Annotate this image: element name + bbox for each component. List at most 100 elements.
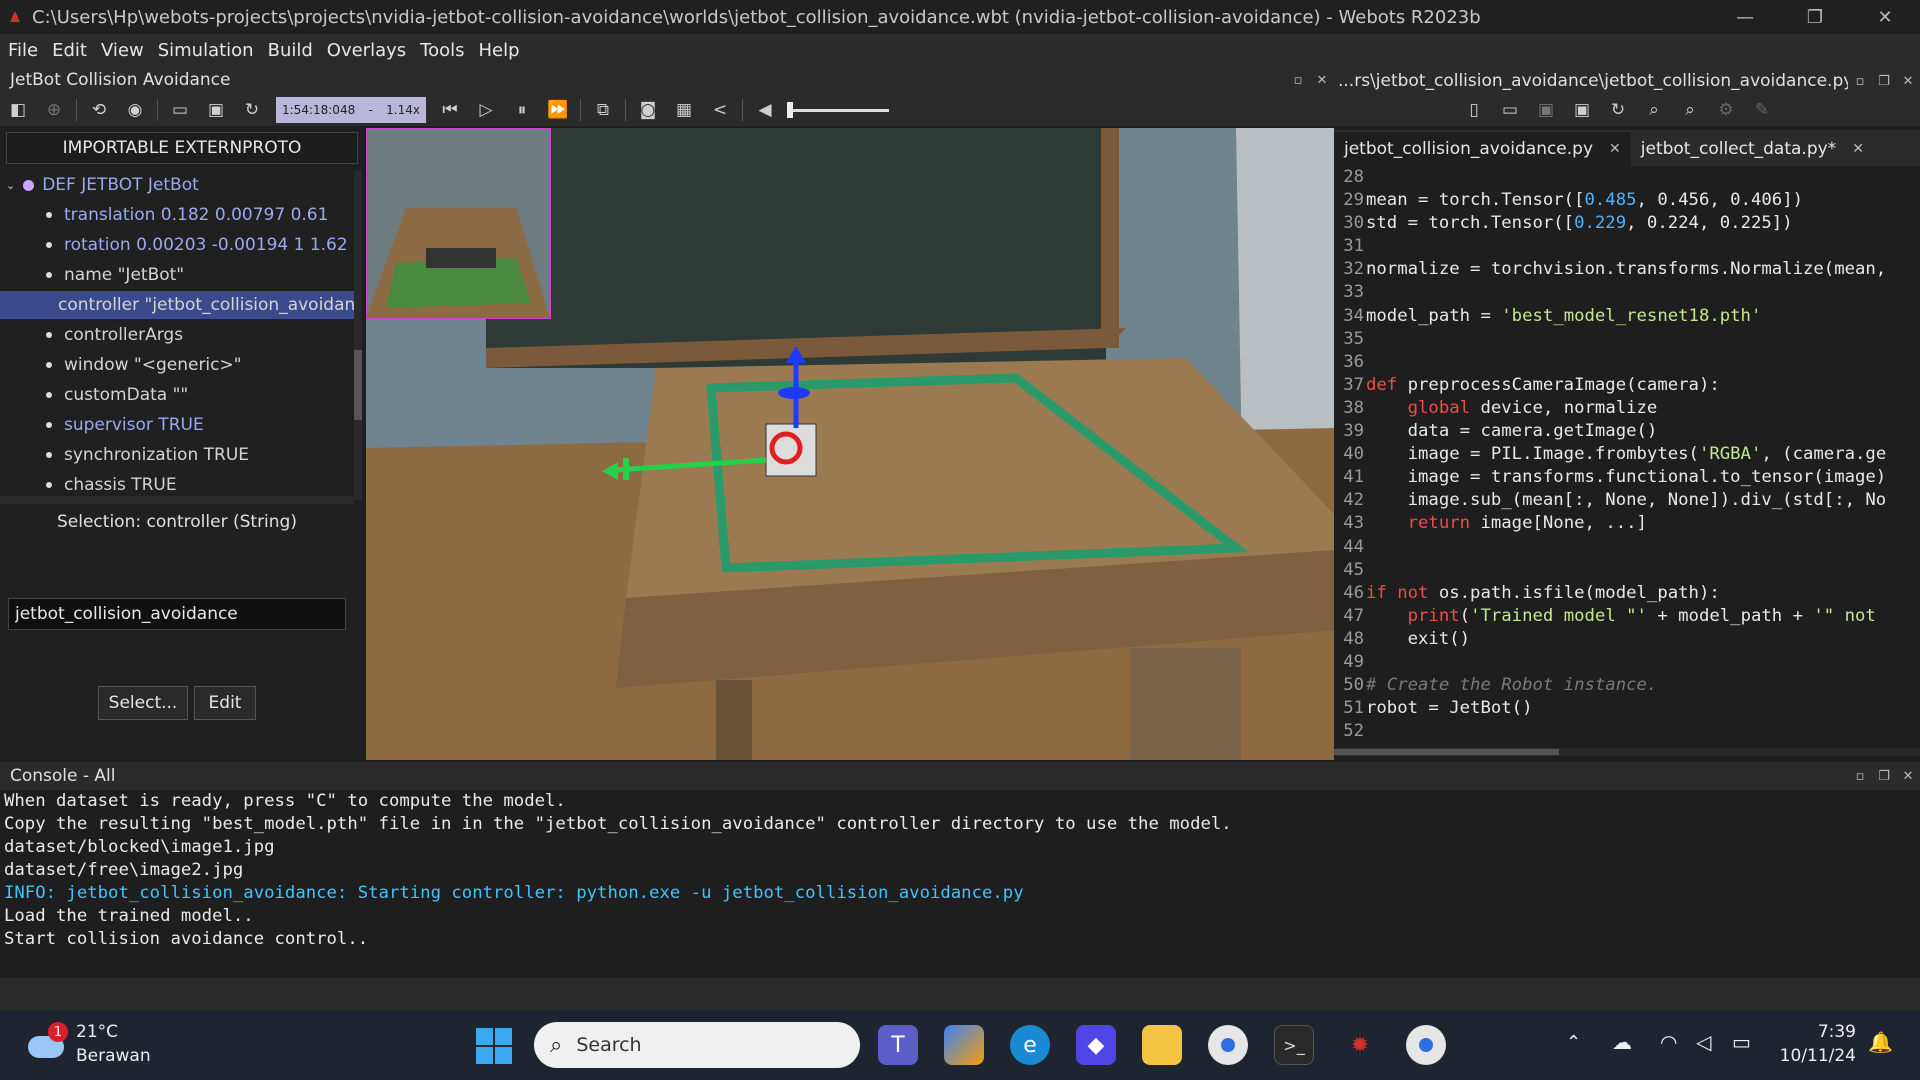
code-line[interactable]: 40 image = PIL.Image.frombytes('RGBA', (… bbox=[1334, 443, 1920, 466]
code-line[interactable]: 41 image = transforms.functional.to_tens… bbox=[1334, 466, 1920, 489]
speaker-icon[interactable]: ◁ bbox=[1696, 1030, 1711, 1054]
code-line[interactable]: 34 model_path = 'best_model_resnet18.pth' bbox=[1334, 305, 1920, 328]
build-icon[interactable]: ⚙ bbox=[1708, 96, 1744, 124]
volume-slider[interactable] bbox=[787, 101, 889, 118]
close-tab-icon[interactable]: ✕ bbox=[1852, 141, 1864, 157]
code-line[interactable]: 32 normalize = torchvision.transforms.Nor… bbox=[1334, 258, 1920, 281]
save-world-icon[interactable]: ▣ bbox=[198, 96, 234, 124]
close-panel-icon[interactable]: ✕ bbox=[1310, 73, 1334, 88]
code-line[interactable]: 52 bbox=[1334, 720, 1920, 743]
edge-icon[interactable]: e bbox=[1010, 1025, 1050, 1065]
code-line[interactable]: 42 image.sub_(mean[:, None, None]).div_(… bbox=[1334, 489, 1920, 512]
chrome-profile-icon[interactable] bbox=[1406, 1025, 1446, 1065]
3d-viewport[interactable] bbox=[366, 128, 1334, 760]
toggle-scene-tree-icon[interactable]: ◧ bbox=[0, 96, 36, 124]
share-icon[interactable]: < bbox=[702, 96, 738, 124]
code-line[interactable]: 51 robot = JetBot() bbox=[1334, 697, 1920, 720]
tree-field[interactable]: supervisor TRUE bbox=[0, 411, 354, 439]
tree-node-jetbot[interactable]: ⌄ DEF JETBOT JetBot bbox=[0, 171, 354, 199]
volume-icon[interactable]: ◀ bbox=[747, 96, 783, 124]
code-editor[interactable]: 28 29 mean = torch.Tensor([0.485, 0.456, 0… bbox=[1334, 166, 1920, 754]
weather-icon[interactable]: 1 bbox=[28, 1022, 68, 1062]
open-world-icon[interactable]: ▭ bbox=[162, 96, 198, 124]
code-line[interactable]: 45 bbox=[1334, 559, 1920, 582]
wifi-icon[interactable]: ◠ bbox=[1660, 1030, 1677, 1054]
reload-world-icon[interactable]: ↻ bbox=[234, 96, 270, 124]
webots-icon[interactable]: ✹ bbox=[1340, 1025, 1380, 1065]
menu-view[interactable]: View bbox=[101, 40, 144, 61]
new-file-icon[interactable]: ▯ bbox=[1456, 96, 1492, 124]
tree-field[interactable]: controller "jetbot_collision_avoidance" bbox=[0, 291, 354, 319]
tree-field[interactable]: controllerArgs bbox=[0, 321, 354, 349]
menu-help[interactable]: Help bbox=[478, 40, 519, 61]
menu-file[interactable]: File bbox=[8, 40, 38, 61]
code-line[interactable]: 36 bbox=[1334, 351, 1920, 374]
select-button[interactable]: Select... bbox=[98, 686, 188, 720]
code-line[interactable]: 49 bbox=[1334, 651, 1920, 674]
maximize-editor-icon[interactable]: ❐ bbox=[1872, 74, 1896, 89]
code-line[interactable]: 50 # Create the Robot instance. bbox=[1334, 674, 1920, 697]
code-line[interactable]: 30 std = torch.Tensor([0.229, 0.224, 0.22… bbox=[1334, 212, 1920, 235]
save-file-icon[interactable]: ▣ bbox=[1528, 96, 1564, 124]
controller-field-input[interactable] bbox=[8, 598, 346, 630]
code-line[interactable]: 43 return image[None, ...] bbox=[1334, 512, 1920, 535]
float-panel-icon[interactable]: ▫ bbox=[1286, 73, 1310, 88]
tree-horizontal-scrollbar[interactable] bbox=[0, 496, 354, 504]
code-line[interactable]: 46 if not os.path.isfile(model_path): bbox=[1334, 582, 1920, 605]
tree-scrollbar[interactable] bbox=[354, 170, 362, 500]
code-line[interactable]: 47 print('Trained model "' + model_path … bbox=[1334, 605, 1920, 628]
open-file-icon[interactable]: ▭ bbox=[1492, 96, 1528, 124]
tree-field[interactable]: synchronization TRUE bbox=[0, 441, 354, 469]
render-toggle-icon[interactable]: ⧉ bbox=[585, 96, 621, 124]
chrome-icon[interactable] bbox=[1208, 1025, 1248, 1065]
float-console-icon[interactable]: ▫ bbox=[1848, 769, 1872, 784]
reset-simulation-icon[interactable]: ⏮ bbox=[432, 96, 468, 124]
minimize-button[interactable]: — bbox=[1710, 7, 1780, 28]
file-explorer-icon[interactable] bbox=[1142, 1025, 1182, 1065]
tree-field[interactable]: rotation 0.00203 -0.00194 1 1.62 bbox=[0, 231, 354, 259]
edit-button[interactable]: Edit bbox=[194, 686, 256, 720]
close-button[interactable]: ✕ bbox=[1850, 7, 1920, 28]
code-horizontal-scrollbar[interactable] bbox=[1334, 748, 1920, 756]
windows-start-icon[interactable] bbox=[476, 1028, 512, 1064]
float-editor-icon[interactable]: ▫ bbox=[1848, 74, 1872, 89]
code-line[interactable]: 37 def preprocessCameraImage(camera): bbox=[1334, 374, 1920, 397]
code-line[interactable]: 39 data = camera.getImage() bbox=[1334, 420, 1920, 443]
screenshot-icon[interactable]: ◙ bbox=[630, 96, 666, 124]
tab-jetbot-collision-avoidance[interactable]: jetbot_collision_avoidance.py ✕ bbox=[1334, 132, 1631, 166]
code-line[interactable]: 28 bbox=[1334, 166, 1920, 189]
menu-simulation[interactable]: Simulation bbox=[158, 40, 254, 61]
terminal-icon[interactable]: >_ bbox=[1274, 1025, 1314, 1065]
tree-field[interactable]: translation 0.182 0.00797 0.61 bbox=[0, 201, 354, 229]
close-console-icon[interactable]: ✕ bbox=[1896, 769, 1920, 784]
show-hidden-icons[interactable]: ⌃ bbox=[1566, 1032, 1581, 1053]
console-output[interactable]: When dataset is ready, press "C" to comp… bbox=[0, 790, 1920, 978]
close-editor-icon[interactable]: ✕ bbox=[1896, 74, 1920, 89]
tree-field[interactable]: customData "" bbox=[0, 381, 354, 409]
code-line[interactable]: 35 bbox=[1334, 328, 1920, 351]
record-movie-icon[interactable]: ▦ bbox=[666, 96, 702, 124]
importable-externproto-button[interactable]: IMPORTABLE EXTERNPROTO bbox=[6, 132, 358, 164]
find-icon[interactable]: ⌕ bbox=[1636, 96, 1672, 124]
scene-render[interactable] bbox=[366, 128, 1334, 760]
fast-forward-icon[interactable]: ⏩ bbox=[540, 96, 576, 124]
close-tab-icon[interactable]: ✕ bbox=[1609, 141, 1621, 157]
step-icon[interactable]: ▷ bbox=[468, 96, 504, 124]
clock-date[interactable]: 10/11/24 bbox=[1766, 1046, 1856, 1066]
cloud-icon[interactable]: ☁ bbox=[1612, 1030, 1632, 1054]
clock-time[interactable]: 7:39 bbox=[1786, 1022, 1856, 1042]
code-line[interactable]: 48 exit() bbox=[1334, 628, 1920, 651]
app-icon[interactable]: ◆ bbox=[1076, 1025, 1116, 1065]
code-line[interactable]: 33 bbox=[1334, 281, 1920, 304]
teams-icon[interactable]: T bbox=[878, 1025, 918, 1065]
code-line[interactable]: 38 global device, normalize bbox=[1334, 397, 1920, 420]
code-line[interactable]: 44 bbox=[1334, 536, 1920, 559]
reset-viewpoint-icon[interactable]: ⟲ bbox=[81, 96, 117, 124]
menu-build[interactable]: Build bbox=[268, 40, 313, 61]
notification-bell-icon[interactable]: 🔔 bbox=[1868, 1030, 1893, 1054]
taskbar-search[interactable]: ⌕ Search bbox=[534, 1022, 860, 1068]
menu-overlays[interactable]: Overlays bbox=[327, 40, 406, 61]
code-line[interactable]: 29 mean = torch.Tensor([0.485, 0.456, 0.4… bbox=[1334, 189, 1920, 212]
tab-jetbot-collect-data[interactable]: jetbot_collect_data.py* ✕ bbox=[1631, 132, 1874, 166]
pause-icon[interactable]: ⏸ bbox=[504, 96, 540, 124]
